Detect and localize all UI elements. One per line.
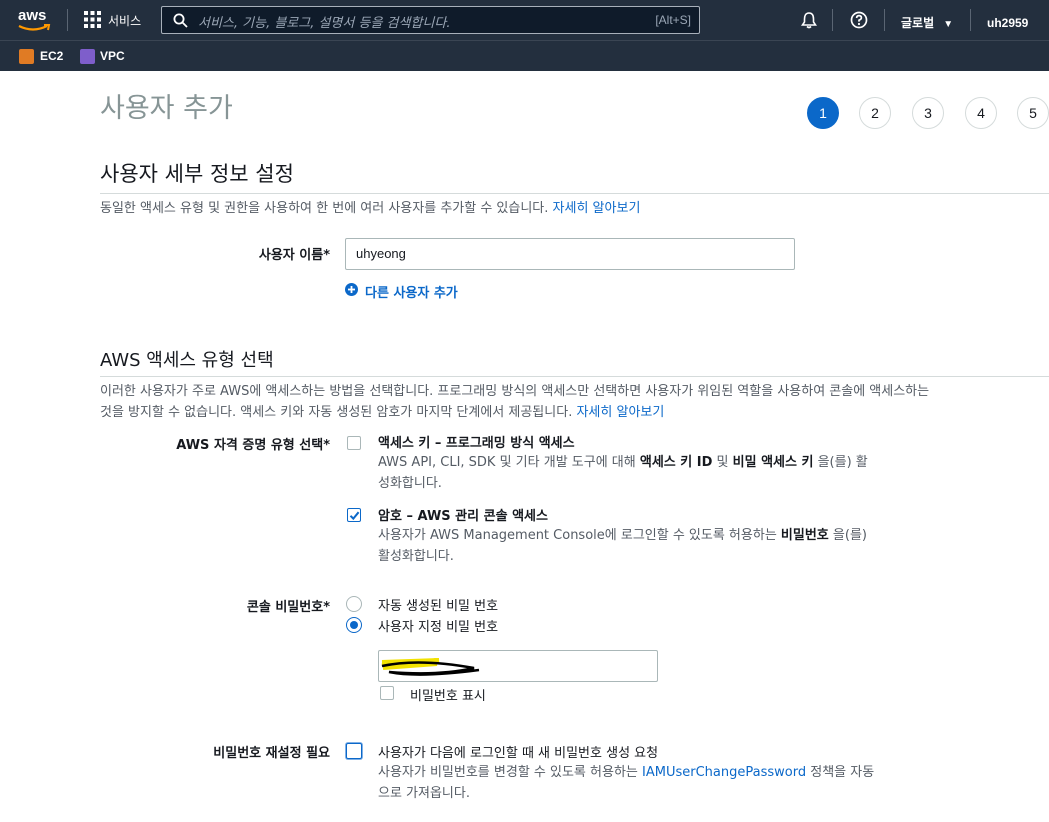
password-reset-label: 비밀번호 재설정 필요 (213, 746, 330, 761)
section-heading-user-details: 사용자 세부 정보 설정 (100, 162, 294, 186)
console-access-title: 암호 – AWS 관리 콘솔 액세스 (378, 509, 548, 524)
account-name: uh2959 (987, 16, 1029, 30)
password-reset-title: 사용자가 다음에 로그인할 때 새 비밀번호 생성 요청 (378, 746, 659, 761)
redaction-scribble (381, 658, 480, 676)
programmatic-access-description: AWS API, CLI, SDK 및 기타 개발 도구에 대해 액세스 키 I… (378, 455, 868, 491)
access-description-line1: 이러한 사용자가 주로 AWS에 액세스하는 방법을 선택합니다. 프로그래밍 … (100, 384, 930, 399)
region-label: 글로벌 (901, 16, 935, 30)
aws-logo[interactable]: aws (16, 6, 52, 34)
search-box[interactable]: 서비스, 기능, 블로그, 설명서 등을 검색합니다. [Alt+S] (161, 6, 700, 34)
password-reset-checkbox[interactable] (346, 743, 362, 759)
step-1[interactable]: 1 (807, 97, 839, 129)
nav-divider (884, 9, 885, 31)
region-selector[interactable]: 글로벌 ▼ (901, 12, 957, 30)
console-password-label: 콘솔 비밀번호* (246, 600, 330, 615)
favorite-ec2[interactable]: EC2 (19, 48, 69, 64)
console-access-description: 사용자가 AWS Management Console에 로그인할 수 있도록 … (378, 528, 867, 564)
services-label: 서비스 (108, 14, 142, 28)
custom-password-label: 사용자 지정 비밀 번호 (378, 620, 499, 635)
step-3[interactable]: 3 (912, 97, 944, 129)
add-another-user-label: 다른 사용자 추가 (365, 286, 458, 301)
favorites-bar: EC2 VPC (0, 40, 1049, 71)
console-access-checkbox[interactable] (347, 508, 361, 522)
learn-more-link[interactable]: 자세히 알아보기 (576, 405, 664, 420)
top-navigation-bar: aws 서비스 서비스, 기능, 블로그, 설명서 등을 검색합니다. [Alt… (0, 0, 1049, 40)
custom-password-radio[interactable] (346, 617, 362, 633)
step-5[interactable]: 5 (1017, 97, 1049, 129)
caret-down-icon: ▼ (943, 19, 954, 30)
plus-circle-icon (345, 283, 358, 296)
nav-divider (832, 9, 833, 31)
favorite-label: VPC (100, 49, 125, 63)
section-divider (100, 193, 1049, 194)
aws-smile-icon (18, 24, 51, 31)
iam-policy-link[interactable]: IAMUserChangePassword (642, 765, 806, 780)
section-divider (100, 376, 1049, 377)
nav-divider (970, 9, 971, 31)
step-2[interactable]: 2 (859, 97, 891, 129)
page-title: 사용자 추가 (100, 93, 233, 124)
username-input[interactable]: uhyeong (345, 238, 795, 270)
auto-password-label: 자동 생성된 비밀 번호 (378, 599, 499, 614)
password-reset-description: 사용자가 비밀번호를 변경할 수 있도록 허용하는 IAMUserChangeP… (378, 765, 875, 801)
section-heading-access-type: AWS 액세스 유형 선택 (100, 350, 274, 371)
search-icon (173, 13, 188, 28)
grid-icon (84, 11, 101, 28)
step-4[interactable]: 4 (965, 97, 997, 129)
programmatic-access-checkbox[interactable] (347, 436, 361, 450)
show-password-checkbox[interactable] (380, 686, 394, 700)
search-placeholder: 서비스, 기능, 블로그, 설명서 등을 검색합니다. (198, 16, 451, 31)
bell-icon[interactable] (800, 11, 818, 29)
section-description: 동일한 액세스 유형 및 권한을 사용하여 한 번에 여러 사용자를 추가할 수… (100, 201, 641, 216)
username-label: 사용자 이름* (258, 248, 330, 263)
ec2-icon (19, 49, 34, 64)
learn-more-link[interactable]: 자세히 알아보기 (553, 201, 641, 216)
help-icon[interactable] (850, 11, 868, 29)
nav-divider (67, 9, 68, 31)
check-icon (349, 511, 360, 521)
services-menu-button[interactable]: 서비스 (84, 10, 148, 30)
vpc-icon (80, 49, 95, 64)
search-shortcut: [Alt+S] (655, 13, 691, 27)
favorite-vpc[interactable]: VPC (80, 48, 130, 64)
credential-type-label: AWS 자격 증명 유형 선택* (176, 438, 330, 453)
programmatic-access-title: 액세스 키 – 프로그래밍 방식 액세스 (378, 436, 575, 451)
account-menu[interactable]: uh2959 (987, 12, 1049, 30)
show-password-label: 비밀번호 표시 (410, 689, 486, 704)
favorite-label: EC2 (40, 49, 64, 63)
auto-password-radio[interactable] (346, 596, 362, 612)
custom-password-input[interactable] (378, 650, 658, 682)
access-description-line2: 것을 방지할 수 없습니다. 액세스 키와 자동 생성된 암호가 마지막 단계에… (100, 405, 665, 420)
